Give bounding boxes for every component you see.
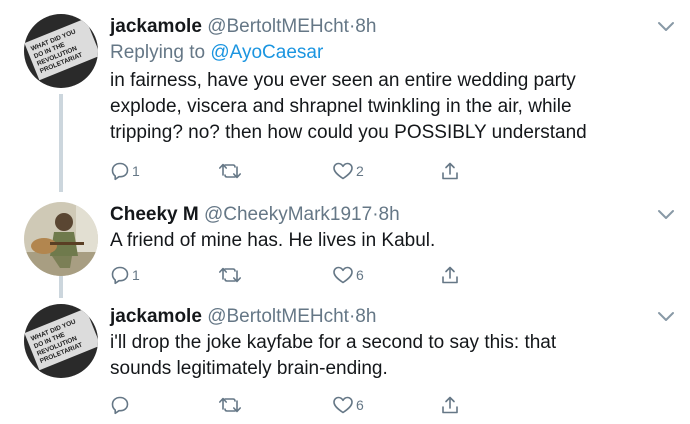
like-count: 2 — [356, 163, 364, 179]
tweet-text-line: tripping? no? then how could you POSSIBL… — [110, 122, 587, 143]
chevron-down-icon[interactable] — [656, 20, 676, 34]
like-icon — [333, 396, 353, 414]
tweet-text-line: sounds legitimately brain-ending. — [110, 358, 388, 379]
tweet-actions: 1 2 — [110, 160, 670, 182]
like-icon — [333, 266, 353, 284]
retweet-button[interactable] — [218, 394, 244, 416]
avatar[interactable]: WHAT DID YOU DO IN THE REVOLUTION PROLET… — [24, 14, 98, 88]
share-icon — [442, 266, 458, 284]
reply-button[interactable]: 1 — [110, 160, 140, 182]
timestamp[interactable]: 8h — [355, 306, 376, 327]
tweet-text-line: in fairness, have you ever seen an entir… — [110, 70, 576, 91]
tweet[interactable]: WHAT DID YOU DO IN THE REVOLUTION PROLET… — [0, 14, 690, 190]
tweet-header: jackamole @BertoltMEHcht·8h — [110, 14, 376, 40]
tweet[interactable]: Cheeky M @CheekyMark1917·8h A friend of … — [0, 202, 690, 292]
reply-button[interactable]: 1 — [110, 264, 140, 286]
display-name[interactable]: Cheeky M — [110, 204, 199, 225]
share-button[interactable] — [440, 264, 460, 286]
retweet-button[interactable] — [218, 160, 244, 182]
retweet-icon — [219, 397, 241, 413]
reply-count: 1 — [132, 163, 140, 179]
share-icon — [442, 162, 458, 180]
retweet-icon — [219, 163, 241, 179]
reply-button[interactable] — [110, 394, 132, 416]
like-icon — [333, 162, 353, 180]
tweet-header: Cheeky M @CheekyMark1917·8h — [110, 202, 400, 228]
reply-icon — [111, 396, 129, 415]
reply-icon — [111, 162, 129, 181]
retweet-button[interactable] — [218, 264, 244, 286]
replying-prefix: Replying to — [110, 42, 211, 63]
tweet-text-line: i'll drop the joke kayfabe for a second … — [110, 332, 557, 353]
tweet-header: jackamole @BertoltMEHcht·8h — [110, 304, 376, 330]
display-name[interactable]: jackamole — [110, 16, 202, 37]
like-button[interactable]: 2 — [332, 160, 364, 182]
tweet-text: i'll drop the joke kayfabe for a second … — [110, 330, 670, 382]
share-button[interactable] — [440, 394, 460, 416]
reply-icon — [111, 266, 129, 285]
reply-count: 1 — [132, 267, 140, 283]
avatar[interactable]: WHAT DID YOU DO IN THE REVOLUTION PROLET… — [24, 304, 98, 378]
chevron-down-icon[interactable] — [656, 208, 676, 222]
like-button[interactable]: 6 — [332, 394, 364, 416]
replying-to: Replying to @AyoCaesar — [110, 40, 323, 66]
tweet-text: in fairness, have you ever seen an entir… — [110, 68, 670, 146]
tweet-actions: 1 6 — [110, 264, 670, 286]
tweet-actions: 6 — [110, 394, 670, 416]
user-handle[interactable]: @BertoltMEHcht — [207, 16, 349, 37]
tweet[interactable]: WHAT DID YOU DO IN THE REVOLUTION PROLET… — [0, 304, 690, 420]
like-button[interactable]: 6 — [332, 264, 364, 286]
mention-link[interactable]: @AyoCaesar — [210, 42, 323, 63]
timestamp[interactable]: 8h — [355, 16, 376, 37]
display-name[interactable]: jackamole — [110, 306, 202, 327]
tweet-text: A friend of mine has. He lives in Kabul. — [110, 228, 670, 254]
share-button[interactable] — [440, 160, 460, 182]
avatar[interactable] — [24, 202, 98, 276]
chevron-down-icon[interactable] — [656, 310, 676, 324]
like-count: 6 — [356, 267, 364, 283]
retweet-icon — [219, 267, 241, 283]
user-handle[interactable]: @BertoltMEHcht — [207, 306, 349, 327]
tweet-text-line: A friend of mine has. He lives in Kabul. — [110, 230, 436, 251]
timestamp[interactable]: 8h — [379, 204, 400, 225]
share-icon — [442, 396, 458, 414]
like-count: 6 — [356, 397, 364, 413]
user-handle[interactable]: @CheekyMark1917 — [204, 204, 372, 225]
tweet-text-line: explode, viscera and shrapnel twinkling … — [110, 96, 572, 117]
